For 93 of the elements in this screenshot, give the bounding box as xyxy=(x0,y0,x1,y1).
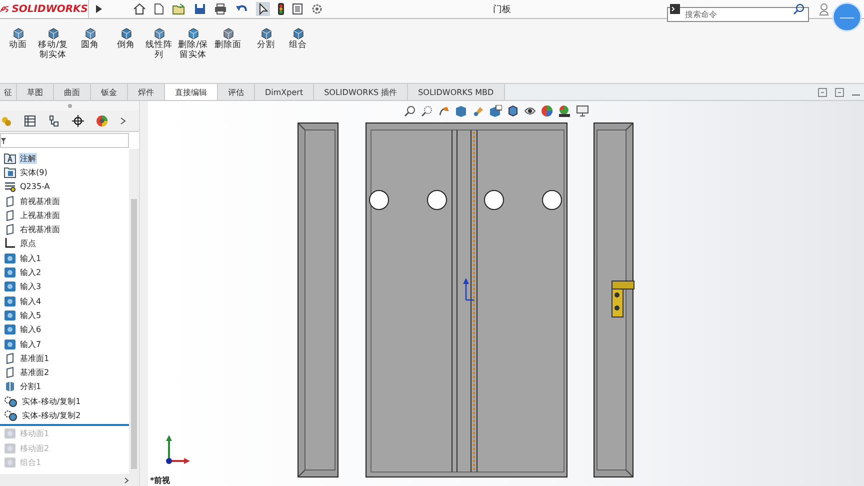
tree-item[interactable]: 输入6 xyxy=(19,324,42,336)
search-field[interactable]: 搜索命令 xyxy=(667,6,809,22)
rollback-bar[interactable] xyxy=(0,424,130,426)
tree-item[interactable]: Q235-A xyxy=(19,182,51,192)
command-icon xyxy=(670,4,680,14)
hide-show-icon[interactable] xyxy=(524,105,536,117)
home-icon[interactable] xyxy=(133,3,146,15)
tree-item[interactable]: 基准面2 xyxy=(19,367,50,378)
tree-item[interactable]: 实体-移动/复制1 xyxy=(21,396,82,407)
ribbon-tab[interactable]: 曲面 xyxy=(54,84,91,100)
split-icon xyxy=(4,381,16,392)
save-icon[interactable] xyxy=(194,3,206,15)
origin-marker-icon xyxy=(463,278,475,301)
tree-item[interactable]: 原点 xyxy=(19,238,37,250)
search-icon[interactable] xyxy=(793,3,805,15)
traffic-light-icon[interactable] xyxy=(278,3,284,15)
tree-item[interactable]: 注解 xyxy=(19,152,37,164)
monitor-icon[interactable] xyxy=(576,105,589,117)
logo-icon xyxy=(0,3,10,15)
appearance-tab-icon[interactable] xyxy=(96,115,108,127)
ribbon-tab[interactable]: 直接编辑 xyxy=(165,84,218,100)
settings-icon[interactable] xyxy=(311,3,323,15)
material-icon xyxy=(4,181,16,192)
tree-item[interactable]: 输入2 xyxy=(19,267,42,278)
crosshair-tab-icon[interactable] xyxy=(72,115,84,127)
tree-item[interactable]: 输入5 xyxy=(19,310,42,321)
panel-grip-icon[interactable] xyxy=(68,104,72,108)
origin-icon xyxy=(4,238,16,250)
tree-item[interactable]: 右视基准面 xyxy=(19,224,61,236)
tree-item[interactable]: 分割1 xyxy=(19,381,42,392)
new-document-icon[interactable] xyxy=(154,3,164,15)
previous-view-icon[interactable] xyxy=(438,105,450,117)
folder-icon xyxy=(4,166,16,178)
scene-icon[interactable] xyxy=(558,105,571,117)
app-logo: SOLIDWORKS xyxy=(12,4,88,14)
ribbon-tab[interactable]: 征 xyxy=(0,84,17,100)
print-icon[interactable] xyxy=(214,3,227,15)
appearance-icon[interactable] xyxy=(541,105,553,117)
ribbon-tab[interactable]: SOLIDWORKS 插件 xyxy=(314,84,408,100)
latch-drawing xyxy=(612,280,634,318)
scroll-right-icon[interactable] xyxy=(124,476,130,484)
chevron-right-icon[interactable] xyxy=(120,117,126,125)
ribbon-button[interactable]: 分割 xyxy=(250,27,282,50)
plane-icon xyxy=(4,224,16,236)
ribbon-tab[interactable]: 焊件 xyxy=(128,84,165,100)
ribbon-button[interactable]: 圆角 xyxy=(74,27,106,50)
user-icon[interactable] xyxy=(819,2,829,16)
view-label: *前视 xyxy=(150,475,170,486)
property-list-tab-icon[interactable] xyxy=(24,115,36,127)
view-orientation-icon[interactable] xyxy=(489,105,502,117)
tree-item[interactable]: 输入7 xyxy=(19,338,42,350)
select-pointer-icon[interactable] xyxy=(256,2,270,16)
tree-item[interactable]: 实体-移动/复制2 xyxy=(21,410,82,421)
display-style-icon[interactable] xyxy=(507,105,519,117)
ribbon-button[interactable]: 倒角 xyxy=(110,27,142,50)
tree-item[interactable]: 输入3 xyxy=(19,281,42,292)
tree-item[interactable]: 前视基准面 xyxy=(19,196,61,207)
ribbon-button[interactable]: 动面 xyxy=(0,27,36,50)
tile-right-icon[interactable] xyxy=(835,88,844,96)
tile-left-icon[interactable] xyxy=(818,88,827,96)
ribbon-button[interactable]: 移动/复制实体 xyxy=(36,27,70,60)
plane-icon xyxy=(4,352,16,364)
ribbon-button[interactable]: 删除/保留实体 xyxy=(176,27,210,60)
filter-field[interactable] xyxy=(0,133,130,148)
plane-icon xyxy=(4,210,16,221)
ribbon-tab[interactable]: 钣金 xyxy=(91,84,128,100)
filter-icon xyxy=(1,138,6,144)
ribbon-button[interactable]: 组合 xyxy=(282,27,314,50)
plane-icon xyxy=(4,367,16,378)
tree-item[interactable]: 基准面1 xyxy=(19,352,50,364)
file-properties-icon[interactable] xyxy=(292,3,303,15)
section-view-icon[interactable] xyxy=(455,105,467,117)
dynamic-annotation-icon[interactable] xyxy=(472,105,484,117)
ribbon-tab[interactable]: SOLIDWORKS MBD xyxy=(408,84,505,100)
tree-item[interactable]: 实体(9) xyxy=(19,166,48,178)
zoom-to-fit-icon[interactable] xyxy=(404,105,416,117)
ribbon-tab[interactable]: 草图 xyxy=(17,84,54,100)
floating-ball-icon[interactable] xyxy=(832,2,862,32)
document-title: 门板 xyxy=(493,4,511,16)
ribbon-button[interactable]: 删除面 xyxy=(210,27,246,50)
configuration-tab-icon[interactable] xyxy=(48,115,60,127)
annotation-folder-icon xyxy=(4,152,16,164)
tree-item[interactable]: 输入1 xyxy=(19,252,42,264)
ribbon-button[interactable]: 线性阵列 xyxy=(142,27,176,60)
ribbon-tab[interactable]: DimXpert xyxy=(255,84,314,100)
tree-item[interactable]: 输入4 xyxy=(19,296,42,307)
ribbon-tab[interactable]: 评估 xyxy=(218,84,255,100)
expand-icon[interactable] xyxy=(95,4,103,14)
scrollbar[interactable] xyxy=(129,149,140,474)
zoom-area-icon[interactable] xyxy=(421,105,433,117)
plane-icon xyxy=(4,196,16,207)
open-folder-icon[interactable] xyxy=(172,3,186,15)
tree-item[interactable]: 上视基准面 xyxy=(19,210,61,221)
